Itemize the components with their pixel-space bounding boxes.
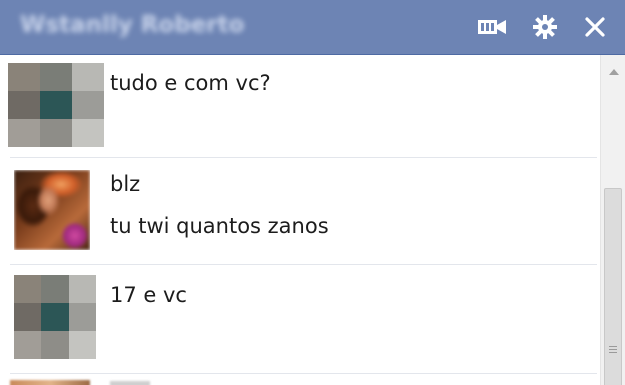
photo-avatar[interactable] xyxy=(14,170,90,250)
message-text: blz xyxy=(110,172,141,196)
gear-icon[interactable] xyxy=(529,12,561,42)
message-text: tudo e com vc? xyxy=(110,71,271,95)
divider xyxy=(10,373,597,374)
message-text: 17 e vc xyxy=(110,283,187,307)
scroll-up-arrow-icon[interactable] xyxy=(609,69,619,75)
partial-message xyxy=(110,381,150,385)
message-group: tudo e com vc? xyxy=(0,55,600,157)
close-icon[interactable] xyxy=(579,12,611,42)
chat-titlebar[interactable]: Wstanlly Roberto xyxy=(0,0,625,55)
message-group: blz tu twi quantos zanos xyxy=(0,158,600,264)
message-text: tu twi quantos zanos xyxy=(110,214,329,238)
chat-window: Wstanlly Roberto tudo e com vc? blz tu t… xyxy=(0,0,625,385)
video-camera-icon[interactable] xyxy=(476,12,508,42)
pixelated-avatar[interactable] xyxy=(8,63,104,147)
partial-avatar xyxy=(10,380,90,385)
message-list[interactable]: tudo e com vc? blz tu twi quantos zanos xyxy=(0,55,600,385)
message-group: 17 e vc xyxy=(0,265,600,373)
contact-name[interactable]: Wstanlly Roberto xyxy=(20,12,244,38)
scrollbar[interactable] xyxy=(600,55,625,385)
pixelated-avatar[interactable] xyxy=(14,275,96,359)
scroll-thumb[interactable] xyxy=(604,188,622,385)
